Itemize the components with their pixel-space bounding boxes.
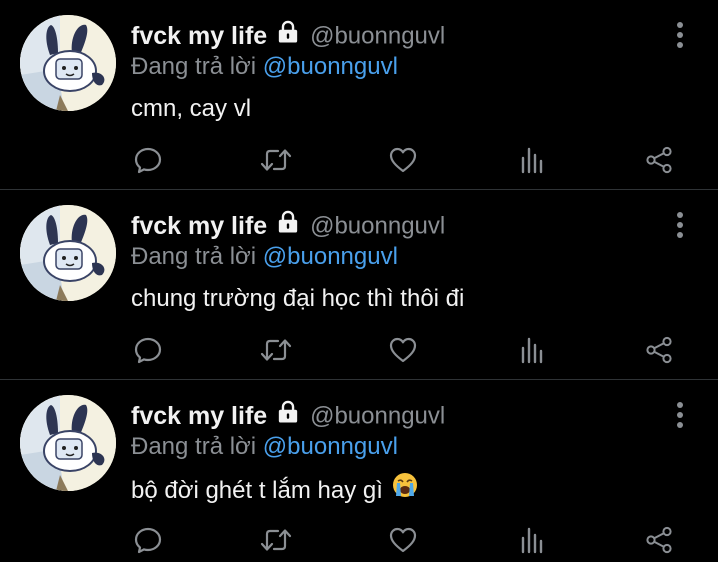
avatar-image — [20, 15, 116, 111]
tweet-text: cmn, cay vl — [131, 95, 251, 123]
tweet-text-content: bộ đời ghét t lắm hay gì — [131, 476, 383, 504]
avatar[interactable] — [20, 205, 116, 301]
views-button[interactable] — [512, 332, 552, 368]
reply-context: Đang trả lời @buonnguvl — [131, 243, 398, 271]
retweet-button[interactable] — [256, 332, 296, 368]
lock-icon — [277, 400, 299, 429]
reply-button[interactable] — [128, 332, 168, 368]
reply-to-handle[interactable]: @buonnguvl — [263, 243, 398, 270]
tweet[interactable]: fvck my life @buonnguvl Đang trả lời @bu… — [0, 190, 718, 380]
lock-icon — [277, 210, 299, 239]
like-icon — [389, 146, 417, 174]
reply-icon — [134, 526, 162, 554]
tweet-text: bộ đời ghét t lắm hay gì — [131, 472, 418, 508]
reply-prefix: Đang trả lời — [131, 243, 257, 270]
tweet[interactable]: fvck my life @buonnguvl Đang trả lời @bu… — [0, 380, 718, 562]
views-icon — [518, 336, 546, 364]
avatar[interactable] — [20, 15, 116, 111]
tweet-text-content: cmn, cay vl — [131, 95, 252, 122]
lock-icon — [277, 20, 299, 49]
user-handle[interactable]: @buonnguvl — [310, 213, 445, 240]
retweet-icon — [260, 526, 292, 554]
share-button[interactable] — [639, 522, 679, 558]
reply-to-handle[interactable]: @buonnguvl — [263, 53, 398, 80]
views-button[interactable] — [512, 142, 552, 178]
loudly-crying-face-icon — [392, 472, 418, 505]
tweet-actions — [0, 522, 718, 558]
retweet-button[interactable] — [256, 142, 296, 178]
share-button[interactable] — [639, 142, 679, 178]
views-icon — [518, 146, 546, 174]
tweet[interactable]: fvck my life @buonnguvl Đang trả lời @bu… — [0, 0, 718, 190]
views-button[interactable] — [512, 522, 552, 558]
share-icon — [645, 146, 673, 174]
more-options-icon[interactable] — [670, 400, 690, 430]
user-handle[interactable]: @buonnguvl — [310, 403, 445, 430]
reply-to-handle[interactable]: @buonnguvl — [263, 433, 398, 460]
like-button[interactable] — [383, 142, 423, 178]
reply-button[interactable] — [128, 142, 168, 178]
reply-context: Đang trả lời @buonnguvl — [131, 53, 398, 81]
avatar[interactable] — [20, 395, 116, 491]
like-button[interactable] — [383, 522, 423, 558]
tweet-header: fvck my life @buonnguvl — [131, 22, 445, 52]
retweet-icon — [260, 146, 292, 174]
more-options-icon[interactable] — [670, 20, 690, 50]
tweet-text: chung trường đại học thì thôi đi — [131, 285, 464, 313]
views-icon — [518, 526, 546, 554]
share-icon — [645, 526, 673, 554]
retweet-icon — [260, 336, 292, 364]
avatar-image — [20, 395, 116, 491]
reply-context: Đang trả lời @buonnguvl — [131, 433, 398, 461]
tweet-header: fvck my life @buonnguvl — [131, 212, 445, 242]
reply-icon — [134, 336, 162, 364]
reply-button[interactable] — [128, 522, 168, 558]
user-handle[interactable]: @buonnguvl — [310, 23, 445, 50]
like-icon — [389, 336, 417, 364]
tweet-header: fvck my life @buonnguvl — [131, 402, 445, 432]
like-icon — [389, 526, 417, 554]
timeline: fvck my life @buonnguvl Đang trả lời @bu… — [0, 0, 718, 562]
more-options-icon[interactable] — [670, 210, 690, 240]
display-name[interactable]: fvck my life — [131, 22, 267, 50]
share-button[interactable] — [639, 332, 679, 368]
display-name[interactable]: fvck my life — [131, 212, 267, 240]
like-button[interactable] — [383, 332, 423, 368]
reply-prefix: Đang trả lời — [131, 433, 257, 460]
tweet-actions — [0, 142, 718, 178]
avatar-image — [20, 205, 116, 301]
tweet-actions — [0, 332, 718, 368]
share-icon — [645, 336, 673, 364]
retweet-button[interactable] — [256, 522, 296, 558]
reply-prefix: Đang trả lời — [131, 53, 257, 80]
reply-icon — [134, 146, 162, 174]
tweet-text-content: chung trường đại học thì thôi đi — [131, 285, 465, 312]
display-name[interactable]: fvck my life — [131, 402, 267, 430]
